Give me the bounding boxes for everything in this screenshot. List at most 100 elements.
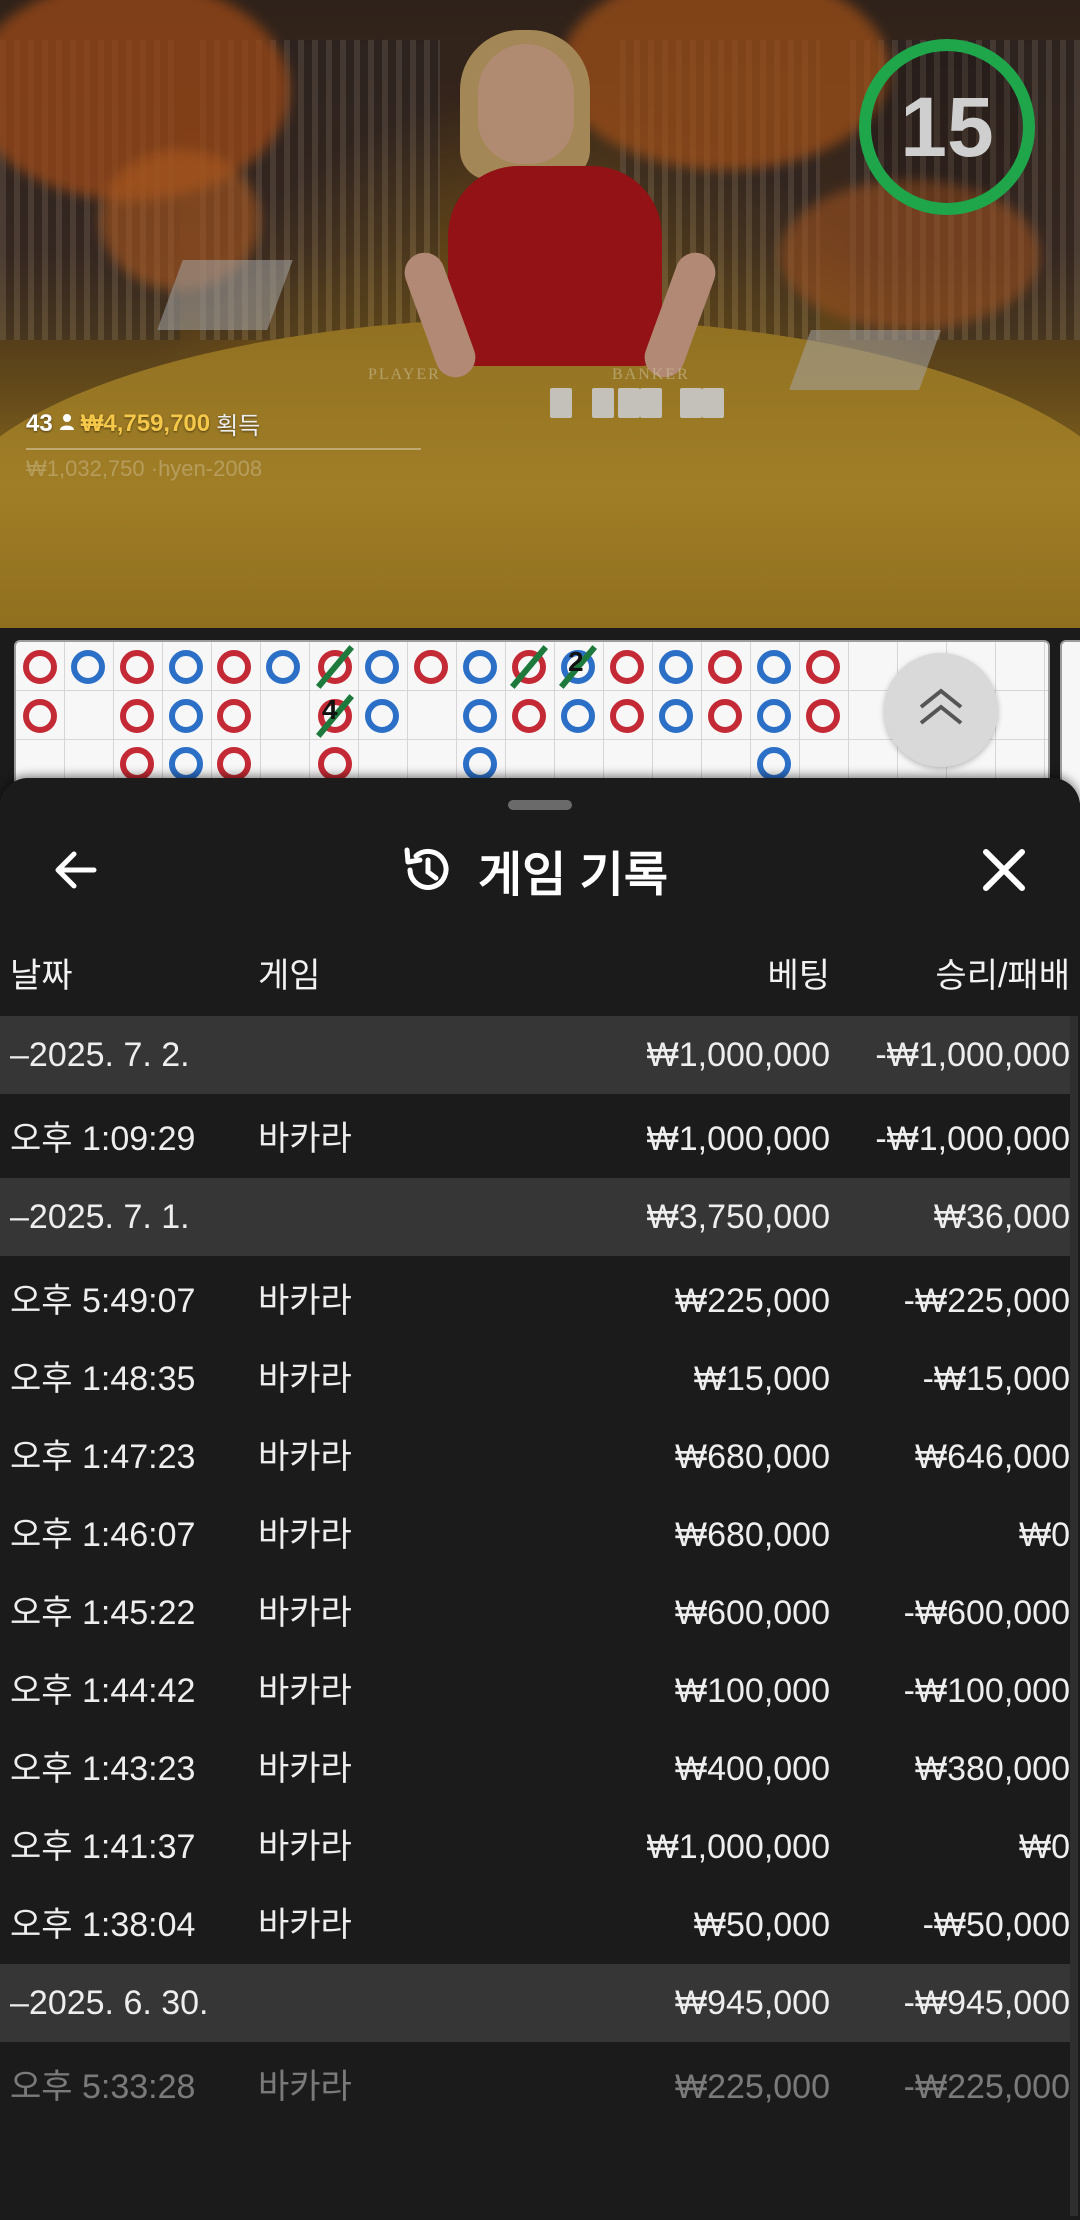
record-bet: ₩225,000 bbox=[675, 1282, 830, 1320]
record-result: -₩50,000 bbox=[922, 1906, 1070, 1944]
game-record-row[interactable]: 오후 1:09:29 바카라 ₩1,000,000 -₩1,000,000 bbox=[0, 1100, 1070, 1178]
game-record-row[interactable]: 오후 1:44:42 바카라 ₩100,000 -₩100,000 bbox=[0, 1652, 1070, 1730]
banker-bead bbox=[120, 699, 154, 733]
divider bbox=[26, 448, 421, 450]
date-group-row[interactable]: –2025. 7. 1. ₩3,750,000 ₩36,000 bbox=[0, 1178, 1070, 1256]
record-time: 오후 1:43:23 bbox=[10, 1750, 196, 1788]
record-result: -₩225,000 bbox=[903, 2068, 1070, 2106]
record-game: 바카라 bbox=[258, 1672, 352, 1710]
record-result: -₩600,000 bbox=[903, 1594, 1070, 1632]
game-history-sheet: 게임 기록 날짜 게임 베팅 승리/패배 –2025. 7. 2. ₩1,000,… bbox=[0, 778, 1080, 2220]
page-title: 게임 기록 bbox=[478, 849, 668, 902]
date-group-row[interactable]: –2025. 6. 30. ₩945,000 -₩945,000 bbox=[0, 1964, 1070, 2042]
player-bead bbox=[169, 650, 203, 684]
record-game: 바카라 bbox=[258, 1906, 352, 1944]
game-record-row[interactable]: 오후 1:45:22 바카라 ₩600,000 -₩600,000 bbox=[0, 1574, 1070, 1652]
close-icon bbox=[983, 849, 1025, 891]
record-time: 오후 1:45:22 bbox=[10, 1594, 196, 1632]
record-game: 바카라 bbox=[258, 1282, 352, 1320]
record-result: ₩0 bbox=[1019, 1516, 1070, 1554]
record-game: 바카라 bbox=[258, 1594, 352, 1632]
player-bead bbox=[757, 650, 791, 684]
game-record-row[interactable]: 오후 5:49:07 바카라 ₩225,000 -₩225,000 bbox=[0, 1262, 1070, 1340]
record-bet: ₩680,000 bbox=[675, 1438, 830, 1476]
record-game: 바카라 bbox=[258, 1120, 352, 1158]
record-time: 오후 1:09:29 bbox=[10, 1120, 196, 1158]
record-result: -₩100,000 bbox=[903, 1672, 1070, 1710]
record-time: 오후 1:41:37 bbox=[10, 1828, 196, 1866]
record-game: 바카라 bbox=[258, 2068, 352, 2106]
player-bead bbox=[266, 650, 300, 684]
player-bead bbox=[365, 650, 399, 684]
player-bead bbox=[463, 699, 497, 733]
column-headers: 날짜 게임 베팅 승리/패배 bbox=[0, 948, 1080, 995]
player-bead bbox=[365, 699, 399, 733]
banker-bead bbox=[806, 699, 840, 733]
record-time: 오후 5:49:07 bbox=[10, 1282, 196, 1320]
player-bead bbox=[757, 747, 791, 781]
game-record-row[interactable]: 오후 5:33:28 바카라 ₩225,000 -₩225,000 bbox=[0, 2048, 1070, 2126]
banker-bead bbox=[120, 747, 154, 781]
close-button[interactable] bbox=[968, 834, 1040, 906]
history-clock-icon bbox=[404, 847, 449, 890]
live-video-stream: PLAYER BANKER 43 ₩4,759,700 획득 ₩1,032,75… bbox=[0, 0, 1080, 628]
player-bead bbox=[463, 650, 497, 684]
player-bead bbox=[659, 699, 693, 733]
back-button[interactable] bbox=[40, 834, 112, 906]
banker-bead bbox=[414, 650, 448, 684]
drag-handle[interactable] bbox=[508, 800, 572, 810]
banker-bead bbox=[217, 650, 251, 684]
record-time: 오후 1:46:07 bbox=[10, 1516, 196, 1554]
record-result: -₩15,000 bbox=[922, 1360, 1070, 1398]
double-chevron-up-icon bbox=[919, 688, 963, 725]
record-bet: ₩680,000 bbox=[675, 1516, 830, 1554]
player-bead bbox=[659, 650, 693, 684]
record-time: 오후 5:33:28 bbox=[10, 2068, 196, 2106]
record-result: -₩1,000,000 bbox=[875, 1120, 1070, 1158]
record-bet: ₩1,000,000 bbox=[646, 1828, 830, 1866]
record-bet: ₩600,000 bbox=[675, 1594, 830, 1632]
banker-bead bbox=[23, 650, 57, 684]
record-time: 오후 1:44:42 bbox=[10, 1672, 196, 1710]
banker-bead bbox=[708, 650, 742, 684]
record-time: –2025. 7. 2. bbox=[10, 1036, 190, 1074]
record-time: –2025. 6. 30. bbox=[10, 1984, 209, 2022]
record-bet: ₩3,750,000 bbox=[646, 1198, 830, 1236]
record-game: 바카라 bbox=[258, 1360, 352, 1398]
record-game: 바카라 bbox=[258, 1516, 352, 1554]
game-record-row[interactable]: 오후 1:38:04 바카라 ₩50,000 -₩50,000 bbox=[0, 1886, 1070, 1964]
banker-bead bbox=[708, 699, 742, 733]
player-bead bbox=[757, 699, 791, 733]
scrollbar[interactable] bbox=[1070, 1016, 1078, 2216]
sheet-header: 게임 기록 bbox=[400, 834, 668, 906]
record-time: –2025. 7. 1. bbox=[10, 1198, 190, 1236]
game-record-row[interactable]: 오후 1:47:23 바카라 ₩680,000 ₩646,000 bbox=[0, 1418, 1070, 1496]
person-icon bbox=[59, 410, 75, 438]
player-bead bbox=[169, 699, 203, 733]
record-bet: ₩225,000 bbox=[675, 2068, 830, 2106]
banker-bead bbox=[610, 699, 644, 733]
game-record-row[interactable]: 오후 1:43:23 바카라 ₩400,000 ₩380,000 bbox=[0, 1730, 1070, 1808]
record-result: -₩1,000,000 bbox=[875, 1036, 1070, 1074]
date-group-row[interactable]: –2025. 7. 2. ₩1,000,000 -₩1,000,000 bbox=[0, 1016, 1070, 1094]
record-game: 바카라 bbox=[258, 1750, 352, 1788]
column-header-date: 날짜 bbox=[10, 957, 73, 995]
record-time: 오후 1:47:23 bbox=[10, 1438, 196, 1476]
history-list[interactable]: –2025. 7. 2. ₩1,000,000 -₩1,000,000 오후 1:09… bbox=[0, 1016, 1080, 2126]
winners-suffix: 획득 bbox=[216, 413, 261, 440]
game-record-row[interactable]: 오후 1:46:07 바카라 ₩680,000 ₩0 bbox=[0, 1496, 1070, 1574]
game-record-row[interactable]: 오후 1:48:35 바카라 ₩15,000 -₩15,000 bbox=[0, 1340, 1070, 1418]
record-game: 바카라 bbox=[258, 1828, 352, 1866]
banker-bead bbox=[806, 650, 840, 684]
player-bead bbox=[169, 747, 203, 781]
record-result: -₩945,000 bbox=[903, 1984, 1070, 2022]
record-result: -₩225,000 bbox=[903, 1282, 1070, 1320]
road-number: 4 bbox=[322, 694, 338, 725]
game-record-row[interactable]: 오후 1:41:37 바카라 ₩1,000,000 ₩0 bbox=[0, 1808, 1070, 1886]
winner-ticker: ₩1,032,750 ·hyen-2008 bbox=[26, 456, 263, 481]
record-bet: ₩400,000 bbox=[675, 1750, 830, 1788]
player-bead bbox=[561, 699, 595, 733]
record-time: 오후 1:48:35 bbox=[10, 1360, 196, 1398]
expand-roads-button[interactable] bbox=[884, 653, 998, 767]
record-bet: ₩100,000 bbox=[675, 1672, 830, 1710]
